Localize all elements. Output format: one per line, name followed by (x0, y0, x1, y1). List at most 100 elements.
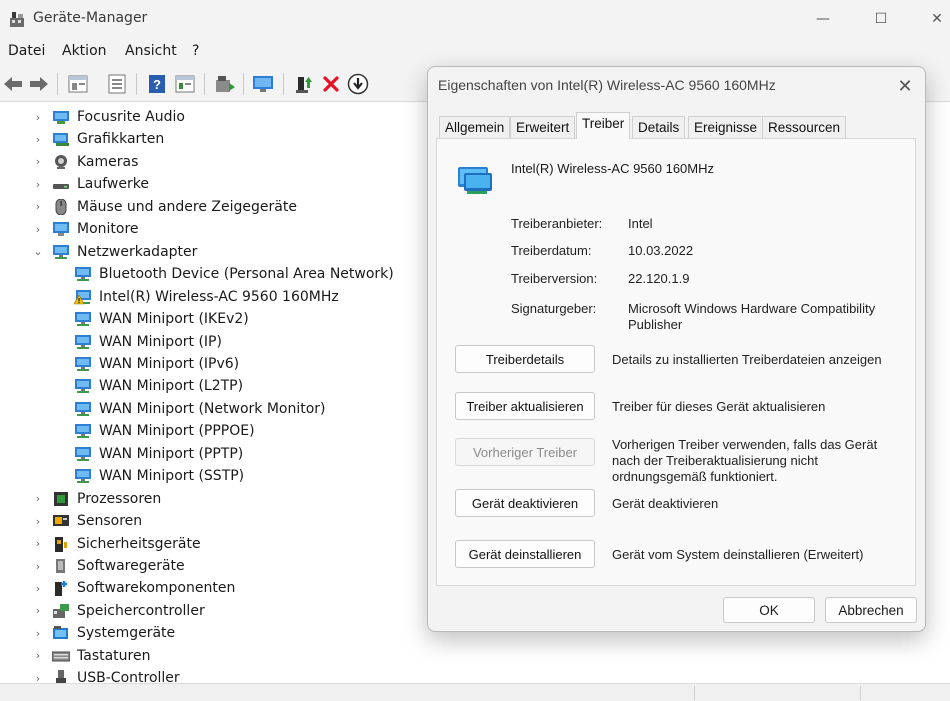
menu-action[interactable]: Aktion (62, 43, 107, 59)
tab-general[interactable]: Allgemein (439, 116, 511, 138)
tree-category-item[interactable]: › Laufwerke (32, 173, 149, 195)
dialog-title: Eigenschaften von Intel(R) Wireless-AC 9… (438, 77, 776, 93)
tree-child-item[interactable]: WAN Miniport (PPTP) (58, 443, 243, 465)
update-driver-button[interactable]: Treiber aktualisieren (455, 392, 595, 420)
toolbar-separator (57, 73, 58, 95)
tree-child-item[interactable]: WAN Miniport (Network Monitor) (58, 398, 326, 420)
tree-category-item[interactable]: › Speichercontroller (32, 600, 205, 622)
tab-details[interactable]: Details (632, 116, 686, 138)
expand-chevron-icon[interactable]: › (32, 649, 44, 662)
disable-device-description: Gerät deaktivieren (612, 496, 719, 511)
expand-chevron-icon[interactable]: › (32, 582, 44, 595)
download-icon[interactable] (347, 73, 369, 95)
disable-device-button[interactable]: Gerät deaktivieren (455, 489, 595, 517)
tree-category-item[interactable]: › Kameras (32, 151, 139, 173)
tree-item-label: Laufwerke (77, 176, 149, 193)
tab-resources[interactable]: Ressourcen (762, 116, 847, 138)
tree-item-label: Mäuse und andere Zeigegeräte (77, 198, 297, 215)
tree-child-item[interactable]: Intel(R) Wireless-AC 9560 160MHz (58, 286, 339, 308)
expand-chevron-icon[interactable]: › (32, 627, 44, 640)
tree-category-item[interactable]: › Softwarekomponenten (32, 577, 235, 599)
tree-category-item[interactable]: › Grafikkarten (32, 128, 164, 150)
driver-version-value: 22.120.1.9 (628, 271, 690, 286)
expand-chevron-icon[interactable]: › (32, 223, 44, 236)
maximize-button[interactable]: ☐ (858, 0, 904, 38)
tree-category-item[interactable]: › Prozessoren (32, 488, 161, 510)
device-manager-app-icon (8, 10, 26, 28)
expand-chevron-icon[interactable]: › (32, 200, 44, 213)
tree-item-label: WAN Miniport (IKEv2) (99, 311, 249, 328)
expand-chevron-icon[interactable]: › (32, 178, 44, 191)
expand-chevron-icon[interactable]: › (32, 537, 44, 550)
tree-category-item[interactable]: › Systemgeräte (32, 622, 175, 644)
monitor-icon[interactable] (252, 73, 274, 95)
sensor-icon (52, 513, 70, 529)
tree-child-item[interactable]: WAN Miniport (IP) (58, 331, 222, 353)
collapse-chevron-icon[interactable]: ⌄ (32, 245, 44, 258)
tree-category-item[interactable]: › Monitore (32, 218, 139, 240)
audio-icon (52, 109, 70, 125)
network-icon (52, 244, 70, 260)
tree-child-item[interactable]: Bluetooth Device (Personal Area Network) (58, 263, 394, 285)
toolbar-separator (136, 73, 137, 95)
properties-icon[interactable] (67, 73, 89, 95)
uninstall-device-button[interactable]: Gerät deinstallieren (455, 540, 595, 568)
expand-chevron-icon[interactable]: › (32, 111, 44, 124)
menu-help[interactable]: ? (192, 43, 199, 59)
roll-back-driver-button[interactable]: Vorheriger Treiber (455, 438, 595, 466)
expand-chevron-icon[interactable]: › (32, 155, 44, 168)
scan-icon[interactable] (214, 73, 236, 95)
status-bar (0, 683, 950, 701)
forward-icon[interactable] (28, 73, 50, 95)
device-name: Intel(R) Wireless-AC 9560 160MHz (511, 161, 715, 176)
help-icon[interactable]: ? (146, 73, 168, 95)
tree-item-label: WAN Miniport (PPTP) (99, 445, 244, 462)
tree-item-label: Speichercontroller (77, 602, 205, 619)
tree-item-label: WAN Miniport (PPPOE) (99, 423, 255, 440)
close-button[interactable]: ✕ (914, 0, 950, 38)
tree-category-item[interactable]: › Mäuse und andere Zeigegeräte (32, 196, 297, 218)
list-icon[interactable] (106, 73, 128, 95)
tab-advanced[interactable]: Erweitert (510, 116, 576, 138)
menu-file[interactable]: Datei (8, 43, 45, 59)
view-icon[interactable] (174, 73, 196, 95)
drive-icon (52, 176, 70, 192)
tree-child-item[interactable]: WAN Miniport (SSTP) (58, 465, 244, 487)
network-icon (74, 401, 92, 417)
tree-category-item[interactable]: › USB-Controller (32, 667, 180, 683)
expand-chevron-icon[interactable]: › (32, 515, 44, 528)
network-icon (74, 378, 92, 394)
expand-chevron-icon[interactable]: › (32, 604, 44, 617)
expand-chevron-icon[interactable]: › (32, 672, 44, 683)
tree-child-item[interactable]: WAN Miniport (IKEv2) (58, 308, 249, 330)
driver-version-label: Treiberversion: (511, 271, 598, 286)
cancel-button[interactable]: Abbrechen (825, 597, 917, 623)
tree-child-item[interactable]: WAN Miniport (L2TP) (58, 375, 243, 397)
tree-category-item[interactable]: › Focusrite Audio (32, 106, 185, 128)
tree-item-label: WAN Miniport (L2TP) (99, 378, 244, 395)
tree-child-item[interactable]: WAN Miniport (PPPOE) (58, 420, 255, 442)
tree-category-item[interactable]: ⌄ Netzwerkadapter (32, 241, 197, 263)
dialog-close-button[interactable]: ✕ (892, 73, 918, 99)
expand-chevron-icon[interactable]: › (32, 492, 44, 505)
expand-chevron-icon[interactable]: › (32, 133, 44, 146)
tree-category-item[interactable]: › Softwaregeräte (32, 555, 185, 577)
minimize-button[interactable]: — (800, 0, 846, 38)
ok-button[interactable]: OK (723, 597, 815, 623)
menu-view[interactable]: Ansicht (125, 43, 177, 59)
network-icon (74, 266, 92, 282)
tree-category-item[interactable]: › Sicherheitsgeräte (32, 533, 201, 555)
expand-chevron-icon[interactable]: › (32, 560, 44, 573)
uninstall-icon[interactable] (320, 73, 342, 95)
tab-driver[interactable]: Treiber (576, 112, 631, 139)
tab-events[interactable]: Ereignisse (688, 116, 764, 138)
back-icon[interactable] (2, 73, 24, 95)
tree-item-label: WAN Miniport (Network Monitor) (99, 400, 326, 417)
network-icon (74, 311, 92, 327)
tree-category-item[interactable]: › Sensoren (32, 510, 142, 532)
tree-category-item[interactable]: › Tastaturen (32, 645, 151, 667)
tree-child-item[interactable]: WAN Miniport (IPv6) (58, 353, 239, 375)
driver-details-button[interactable]: Treiberdetails (455, 345, 595, 373)
toolbar-separator (204, 73, 205, 95)
update-driver-icon[interactable] (293, 73, 315, 95)
